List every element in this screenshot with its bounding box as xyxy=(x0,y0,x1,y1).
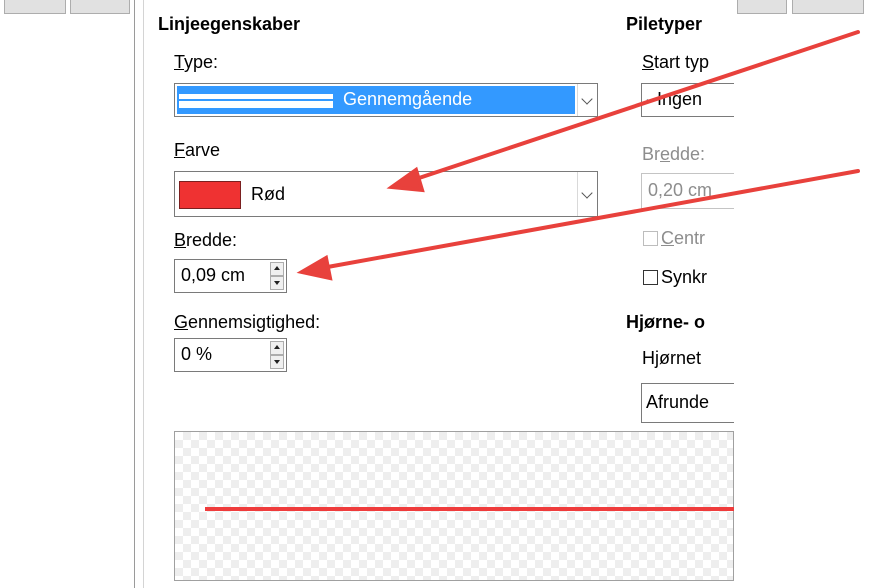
annotation-arrowhead-width xyxy=(296,254,333,281)
annotation-arrow-color xyxy=(408,30,860,183)
annotation-arrowhead-color xyxy=(386,166,425,193)
annotation-arrows xyxy=(296,30,860,281)
